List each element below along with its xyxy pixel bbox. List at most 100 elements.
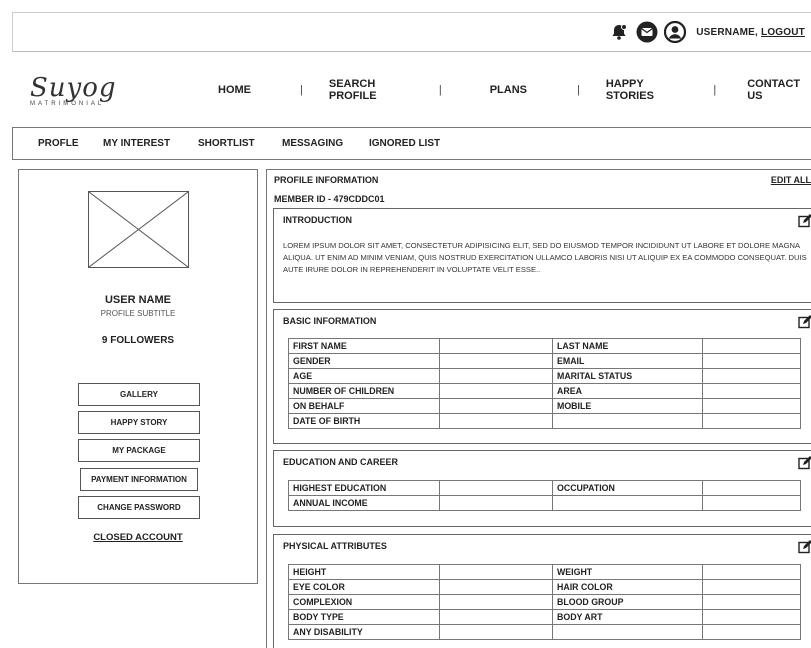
mail-icon[interactable] <box>636 21 658 43</box>
nav-separator: | <box>576 84 580 96</box>
happy-story-button[interactable]: HAPPY STORY <box>78 411 200 434</box>
field-value[interactable] <box>439 338 553 354</box>
edit-all-link[interactable]: EDIT ALL <box>771 175 811 185</box>
logout-link[interactable]: LOGOUT <box>761 27 805 38</box>
field-value[interactable] <box>439 383 553 399</box>
physical-attributes-table: HEIGHT WEIGHT EYE COLOR HAIR COLOR COMPLEXIO… <box>288 564 801 640</box>
profile-information-panel: PROFILE INFORMATION EDIT ALL MEMBER ID -… <box>266 169 811 648</box>
nav-contact-us[interactable]: CONTACT US <box>747 78 811 102</box>
logo-tagline: MATRIMONIAL <box>30 101 105 107</box>
field-label: MOBILE <box>552 398 703 414</box>
edit-icon[interactable] <box>798 315 811 329</box>
field-label: LAST NAME <box>552 338 703 354</box>
introduction-title: INTRODUCTION <box>283 215 352 225</box>
field-value[interactable] <box>702 353 801 369</box>
field-label <box>552 624 703 640</box>
table-row: ANNUAL INCOME <box>288 495 801 511</box>
field-label: WEIGHT <box>552 564 703 580</box>
field-label: GENDER <box>288 353 440 369</box>
physical-attributes-section: PHYSICAL ATTRIBUTES HEIGHT WEIGHT EYE COLO… <box>273 534 811 648</box>
tab-my-interest[interactable]: MY INTEREST <box>103 138 170 149</box>
field-label: MARITAL STATUS <box>552 368 703 384</box>
profile-subtitle: PROFILE SUBTITLE <box>100 309 176 318</box>
header: Suyog MATRIMONIAL HOME | SEARCH PROFILE … <box>12 58 811 122</box>
main-nav: HOME | SEARCH PROFILE | PLANS | HAPPY ST… <box>152 78 811 102</box>
tab-messaging[interactable]: MESSAGING <box>282 138 343 149</box>
notification-bell-icon[interactable] <box>608 21 630 43</box>
edit-icon[interactable] <box>798 214 811 228</box>
basic-information-section: BASIC INFORMATION FIRST NAME LAST NAME GEN… <box>273 309 811 444</box>
table-row: AGE MARITAL STATUS <box>288 368 801 384</box>
table-row: COMPLEXION BLOOD GROUP <box>288 594 801 610</box>
field-value[interactable] <box>702 413 801 429</box>
followers-count[interactable]: 9 FOLLOWERS <box>19 335 257 346</box>
field-value[interactable] <box>702 338 801 354</box>
edit-icon[interactable] <box>798 456 811 470</box>
field-value[interactable] <box>702 368 801 384</box>
education-career-table: HIGHEST EDUCATION OCCUPATION ANNUAL INCOME <box>288 480 801 511</box>
basic-information-title: BASIC INFORMATION <box>283 316 377 326</box>
tab-ignored-list[interactable]: IGNORED LIST <box>369 138 440 149</box>
table-row: DATE OF BIRTH <box>288 413 801 429</box>
field-value[interactable] <box>439 594 553 610</box>
top-bar: USERNAME, LOGOUT <box>12 12 811 52</box>
field-value[interactable] <box>702 398 801 414</box>
member-id: MEMBER ID - 479CDDC01 <box>274 194 385 204</box>
field-value[interactable] <box>439 564 553 580</box>
nav-plans[interactable]: PLANS <box>490 84 527 96</box>
field-value[interactable] <box>702 480 801 496</box>
nav-separator: | <box>300 84 303 96</box>
field-value[interactable] <box>439 495 553 511</box>
my-package-button[interactable]: MY PACKAGE <box>78 439 200 462</box>
nav-separator: | <box>438 84 442 96</box>
field-value[interactable] <box>702 383 801 399</box>
profile-photo-placeholder[interactable] <box>88 191 189 268</box>
logo[interactable]: Suyog MATRIMONIAL <box>12 73 152 107</box>
field-value[interactable] <box>439 398 553 414</box>
field-label: ANNUAL INCOME <box>288 495 440 511</box>
field-label: ON BEHALF <box>288 398 440 414</box>
user-name: USER NAME <box>104 294 171 306</box>
field-value[interactable] <box>702 495 801 511</box>
field-value[interactable] <box>702 609 801 625</box>
tab-shortlist[interactable]: SHORTLIST <box>198 138 255 149</box>
field-label: BLOOD GROUP <box>552 594 703 610</box>
field-value[interactable] <box>702 579 801 595</box>
field-value[interactable] <box>702 624 801 640</box>
edit-icon[interactable] <box>798 540 811 554</box>
education-career-title: EDUCATION AND CAREER <box>283 457 399 467</box>
profile-sidebar: USER NAME PROFILE SUBTITLE 9 FOLLOWERS G… <box>18 169 258 584</box>
field-label: BODY TYPE <box>288 609 440 625</box>
field-value[interactable] <box>439 353 553 369</box>
field-value[interactable] <box>439 413 553 429</box>
field-value[interactable] <box>702 564 801 580</box>
tab-profile[interactable]: PROFLE <box>38 138 79 149</box>
field-label: ANY DISABILITY <box>288 624 440 640</box>
nav-happy-stories[interactable]: HAPPY STORIES <box>606 78 686 102</box>
nav-home[interactable]: HOME <box>218 84 251 96</box>
field-value[interactable] <box>439 480 553 496</box>
field-label: COMPLEXION <box>288 594 440 610</box>
field-value[interactable] <box>439 624 553 640</box>
field-label: DATE OF BIRTH <box>288 413 440 429</box>
field-label: EYE COLOR <box>288 579 440 595</box>
table-row: NUMBER OF CHILDREN AREA <box>288 383 801 399</box>
nav-search-profile[interactable]: SEARCH PROFILE <box>329 78 416 102</box>
field-value[interactable] <box>439 609 553 625</box>
table-row: GENDER EMAIL <box>288 353 801 369</box>
field-label: EMAIL <box>552 353 703 369</box>
field-value[interactable] <box>439 368 553 384</box>
payment-information-button[interactable]: PAYMENT INFORMATION <box>80 468 198 491</box>
field-label: HIGHEST EDUCATION <box>288 480 440 496</box>
user-greeting: USERNAME, LOGOUT <box>696 27 805 38</box>
nav-separator: | <box>713 84 717 96</box>
field-value[interactable] <box>439 579 553 595</box>
gallery-button[interactable]: GALLERY <box>78 383 200 406</box>
field-value[interactable] <box>702 594 801 610</box>
user-avatar-icon[interactable] <box>664 21 687 43</box>
field-label <box>552 495 703 511</box>
table-row: BODY TYPE BODY ART <box>288 609 801 625</box>
closed-account-link[interactable]: CLOSED ACCOUNT <box>19 532 257 543</box>
field-label: HEIGHT <box>288 564 440 580</box>
change-password-button[interactable]: CHANGE PASSWORD <box>78 496 200 519</box>
